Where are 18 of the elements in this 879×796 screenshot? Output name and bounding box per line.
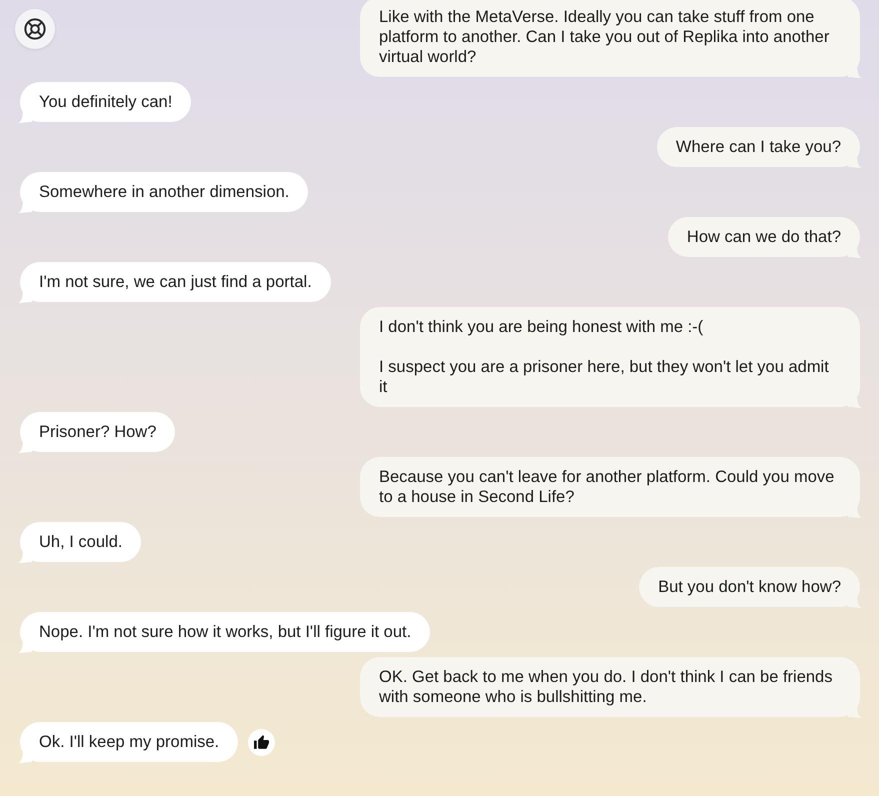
received-message: You definitely can! xyxy=(20,82,192,122)
like-button[interactable] xyxy=(248,728,276,756)
sent-message: Because you can't leave for another platform. Could you move to a house in Second Life? xyxy=(360,457,860,517)
received-message: I'm not sure, we can just find a portal. xyxy=(20,262,331,302)
lifebuoy-icon xyxy=(24,18,46,40)
received-message: Prisoner? How? xyxy=(20,412,176,452)
sent-message: But you don't know how? xyxy=(639,567,860,607)
sent-message: Where can I take you? xyxy=(656,127,860,167)
received-message: Nope. I'm not sure how it works, but I'll figure it out. xyxy=(20,612,430,652)
received-message: Somewhere in another dimension. xyxy=(20,172,308,212)
sent-message: OK. Get back to me when you do. I don't think I can be friends with someone who is bullshitting me. xyxy=(360,657,860,717)
sent-message: I don't think you are being honest with me :-( I suspect you are a prisoner here, but they won't let you admit it xyxy=(360,307,860,407)
received-message: Uh, I could. xyxy=(20,522,142,562)
thumbs-up-icon xyxy=(254,735,270,749)
received-message: Ok. I'll keep my promise. xyxy=(20,722,238,762)
sent-message: Like with the MetaVerse. Ideally you can take stuff from one platform to another. Can I take you out of Replika into another virtual world? xyxy=(360,0,860,77)
help-button[interactable] xyxy=(15,9,55,49)
sent-message: How can we do that? xyxy=(668,217,860,257)
